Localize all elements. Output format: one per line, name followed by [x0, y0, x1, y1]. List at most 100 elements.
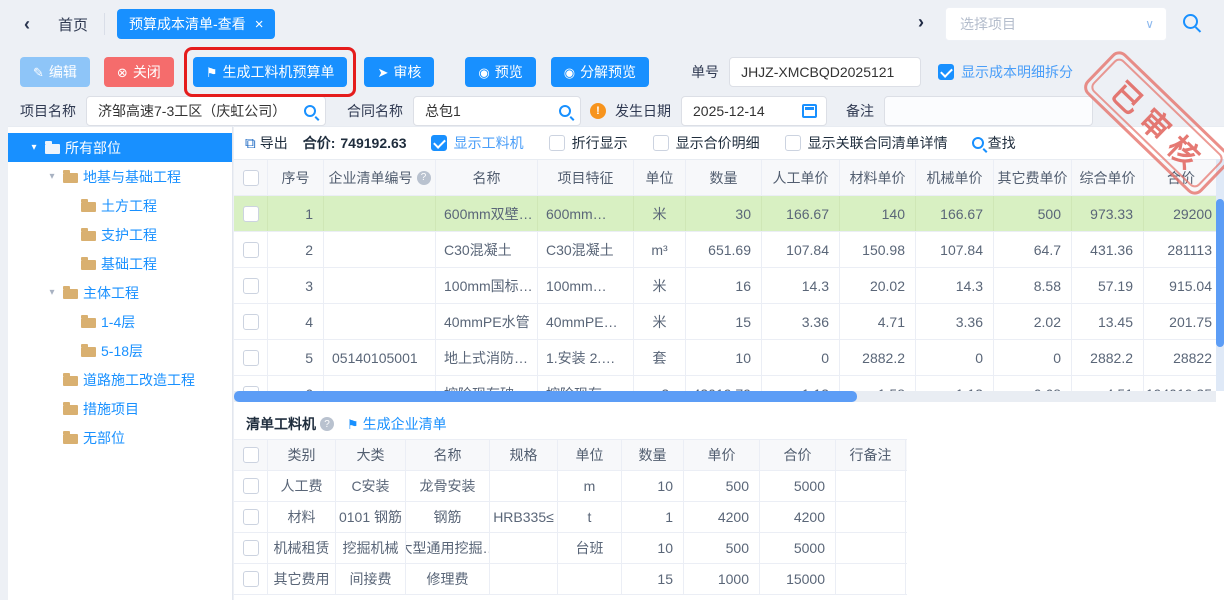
select-all-checkbox[interactable]: [243, 170, 259, 186]
generate-enterprise-list-button[interactable]: ⚑ 生成企业清单: [347, 414, 447, 434]
checkbox-unchecked[interactable]: [653, 135, 669, 151]
select-all-checkbox[interactable]: [243, 447, 259, 463]
toolbar-toggle-折行显示[interactable]: 折行显示: [549, 133, 628, 153]
sidebar-item-基础工程[interactable]: ▾基础工程: [8, 249, 232, 278]
row-checkbox[interactable]: [243, 278, 259, 294]
select-all-cell: [234, 160, 268, 195]
warning-icon[interactable]: !: [590, 103, 606, 119]
table-row[interactable]: 6挖除现有破…挖除现有…m243019.791.131.581.130.684.…: [234, 376, 1216, 391]
toolbar-toggle-显示关联合同清单详情[interactable]: 显示关联合同清单详情: [785, 133, 948, 153]
vertical-scrollbar-thumb[interactable]: [1216, 199, 1224, 347]
expand-icon[interactable]: ›: [918, 13, 924, 31]
sidebar-item-支护工程[interactable]: ▾支护工程: [8, 220, 232, 249]
audit-button[interactable]: ➤ 审核: [364, 57, 434, 87]
checkbox-checked[interactable]: [938, 64, 954, 80]
horizontal-scrollbar[interactable]: [234, 391, 1216, 402]
list-toolbar-checkboxes: 显示工料机 折行显示 显示合价明细 显示关联合同清单详情: [431, 133, 948, 153]
cell: 1000: [684, 564, 760, 594]
caret-down-icon[interactable]: ▾: [46, 287, 58, 298]
project-select-input[interactable]: [958, 15, 1145, 33]
vertical-scrollbar[interactable]: [1216, 159, 1224, 391]
row-checkbox[interactable]: [243, 242, 259, 258]
row-checkbox[interactable]: [243, 206, 259, 222]
cell: 4.51: [1072, 376, 1144, 391]
generate-budget-button[interactable]: ⚑ 生成工料机预算单: [193, 57, 348, 87]
table-row[interactable]: 1600mm双壁…600mm…米30166.67140166.67500973.…: [234, 196, 1216, 232]
row-checkbox[interactable]: [243, 314, 259, 330]
row-checkbox[interactable]: [243, 509, 259, 525]
horizontal-scrollbar-thumb[interactable]: [234, 391, 857, 402]
caret-down-icon[interactable]: ▾: [46, 171, 58, 182]
project-select[interactable]: ∨: [945, 7, 1167, 41]
contract-name-field: [413, 96, 581, 126]
checkbox-checked[interactable]: [431, 135, 447, 151]
help-icon[interactable]: ?: [417, 171, 431, 185]
edit-button[interactable]: ✎ 编辑: [20, 57, 90, 87]
nav-home[interactable]: 首页: [58, 14, 88, 35]
folder-icon: [81, 260, 96, 270]
preview-button[interactable]: ◉ 预览: [465, 57, 535, 87]
cell: m: [558, 471, 622, 501]
toolbar-toggle-显示工料机[interactable]: 显示工料机: [431, 133, 524, 153]
calendar-icon[interactable]: [802, 104, 817, 118]
tab-budget-cost-list[interactable]: 预算成本清单-查看 ×: [117, 9, 275, 39]
cell: 973.33: [1072, 196, 1144, 231]
sidebar-item-措施项目[interactable]: ▾措施项目: [8, 394, 232, 423]
row-select-cell: [234, 376, 268, 391]
table-row[interactable]: 440mmPE水管40mmPE…米153.364.713.362.0213.45…: [234, 304, 1216, 340]
search-icon[interactable]: [304, 105, 316, 117]
row-checkbox[interactable]: [243, 478, 259, 494]
sidebar-item-主体工程[interactable]: ▾主体工程: [8, 278, 232, 307]
toolbar-toggle-显示合价明细[interactable]: 显示合价明细: [653, 133, 760, 153]
main-table: 序号企业清单编号?名称项目特征单位数量人工单价材料单价机械单价其它费单价综合单价…: [234, 159, 1216, 391]
search-icon[interactable]: [559, 105, 571, 117]
caret-down-icon[interactable]: ▾: [28, 142, 40, 153]
project-name-input[interactable]: [96, 102, 304, 120]
folder-icon: [81, 318, 96, 328]
row-checkbox[interactable]: [243, 571, 259, 587]
close-button[interactable]: ⊗ 关闭: [104, 57, 174, 87]
contract-name-input[interactable]: [423, 102, 559, 120]
sidebar-item-土方工程[interactable]: ▾土方工程: [8, 191, 232, 220]
split-preview-button[interactable]: ◉ 分解预览: [551, 57, 649, 87]
cell: [836, 471, 906, 501]
sidebar-item-无部位[interactable]: ▾无部位: [8, 423, 232, 452]
action-bar: ✎ 编辑 ⊗ 关闭 ⚑ 生成工料机预算单 ➤ 审核 ◉ 预览 ◉ 分解预览 单号…: [20, 57, 1073, 87]
column-header: 合价: [1144, 160, 1216, 195]
checkbox-unchecked[interactable]: [549, 135, 565, 151]
column-header: 名称: [406, 440, 490, 470]
cell: 1.安装 2.…: [538, 340, 634, 375]
sidebar-item-道路施工改造工程[interactable]: ▾道路施工改造工程: [8, 365, 232, 394]
date-input[interactable]: [691, 102, 802, 120]
search-icon[interactable]: [1183, 14, 1198, 29]
sidebar-item-1-4层[interactable]: ▾1-4层: [8, 307, 232, 336]
table-row[interactable]: 人工费C安装龙骨安装m105005000: [234, 471, 907, 502]
show-cost-split-toggle[interactable]: 显示成本明细拆分: [938, 62, 1073, 82]
remark-input[interactable]: [894, 102, 1083, 120]
table-row[interactable]: 机械租赁挖掘机械大型通用挖掘…台班105005000: [234, 533, 907, 564]
sidebar-item-5-18层[interactable]: ▾5-18层: [8, 336, 232, 365]
row-checkbox[interactable]: [243, 540, 259, 556]
cell: 15: [686, 304, 762, 339]
sidebar-item-label: 道路施工改造工程: [83, 370, 195, 390]
sidebar-item-地基与基础工程[interactable]: ▾地基与基础工程: [8, 162, 232, 191]
column-header: 其它费单价: [994, 160, 1072, 195]
table-row[interactable]: 材料0101 钢筋钢筋HRB335≤t142004200: [234, 502, 907, 533]
help-icon[interactable]: ?: [320, 417, 334, 431]
cell: 29200: [1144, 196, 1216, 231]
back-icon[interactable]: ‹: [24, 15, 30, 33]
sidebar-item-所有部位[interactable]: ▾所有部位: [8, 133, 232, 162]
cell: [490, 564, 558, 594]
table-row[interactable]: 2C30混凝土C30混凝土m³651.69107.84150.98107.846…: [234, 232, 1216, 268]
checkbox-unchecked[interactable]: [785, 135, 801, 151]
table-row[interactable]: 3100mm国标…100mm…米1614.320.0214.38.5857.19…: [234, 268, 1216, 304]
find-button[interactable]: 查找: [972, 133, 1016, 153]
table-row[interactable]: 其它费用间接费修理费15100015000: [234, 564, 907, 595]
doc-no-input[interactable]: [739, 63, 911, 81]
tab-close-icon[interactable]: ×: [255, 17, 264, 32]
cell: 5000: [760, 533, 836, 563]
cell: m³: [634, 232, 686, 267]
table-row[interactable]: 505140105001地上式消防…1.安装 2.…套1002882.20028…: [234, 340, 1216, 376]
row-checkbox[interactable]: [243, 350, 259, 366]
export-button[interactable]: ⧉ 导出: [245, 133, 288, 153]
